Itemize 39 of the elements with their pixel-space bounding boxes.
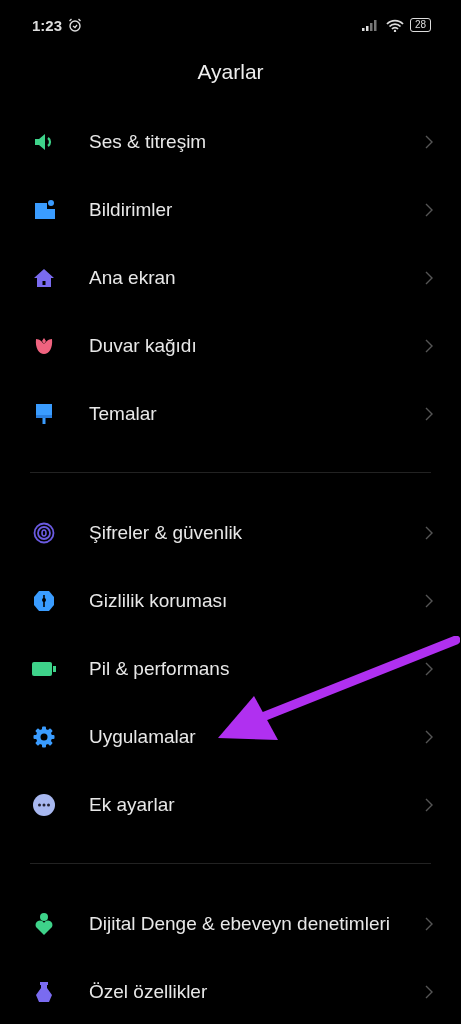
chevron-icon [425,917,433,931]
chevron-icon [425,730,433,744]
settings-item[interactable]: Temalar [0,380,461,448]
settings-item[interactable]: Ek ayarlar [0,771,461,839]
alarm-clock-icon [68,18,83,32]
battery-indicator: 28 [409,18,431,32]
page-title: Ayarlar [196,60,265,84]
settings-item[interactable]: Ses & titreşim [0,108,461,176]
settings-item[interactable]: Özel özellikler [0,958,461,1024]
settings-item[interactable]: Ana ekran [0,244,461,312]
status-time: 1:23 [32,16,63,34]
more-icon [33,794,55,816]
vase-icon [33,981,55,1003]
chevron-icon [425,271,433,285]
paint-roller-icon [33,403,55,425]
person-heart-icon [34,912,54,936]
chevron-icon [425,985,433,999]
chevron-icon [425,339,433,353]
settings-item[interactable]: Şifreler & güvenlik [0,499,461,567]
shield-icon [33,590,55,612]
settings-item[interactable]: Dijital Denge & ebeveyn denetimleri [0,890,461,958]
settings-icon [33,726,55,748]
fingerprint-icon [33,522,55,544]
chevron-icon [425,407,433,421]
chevron-icon [425,526,433,540]
house-icon [33,267,55,289]
settings-item[interactable]: Gizlilik koruması [0,567,461,635]
chevron-icon [425,798,433,812]
notification-icon [33,199,55,221]
chevron-icon [425,594,433,608]
signal-icon [361,19,380,31]
chevron-icon [425,203,433,217]
wifi-icon [385,18,404,32]
settings-item[interactable]: Duvar kağıdı [0,312,461,380]
chevron-icon [425,135,433,149]
settings-item[interactable]: Bildirimler [0,176,461,244]
settings-item[interactable]: Pil & performans [0,635,461,703]
chevron-icon [425,662,433,676]
battery-icon [32,661,56,677]
